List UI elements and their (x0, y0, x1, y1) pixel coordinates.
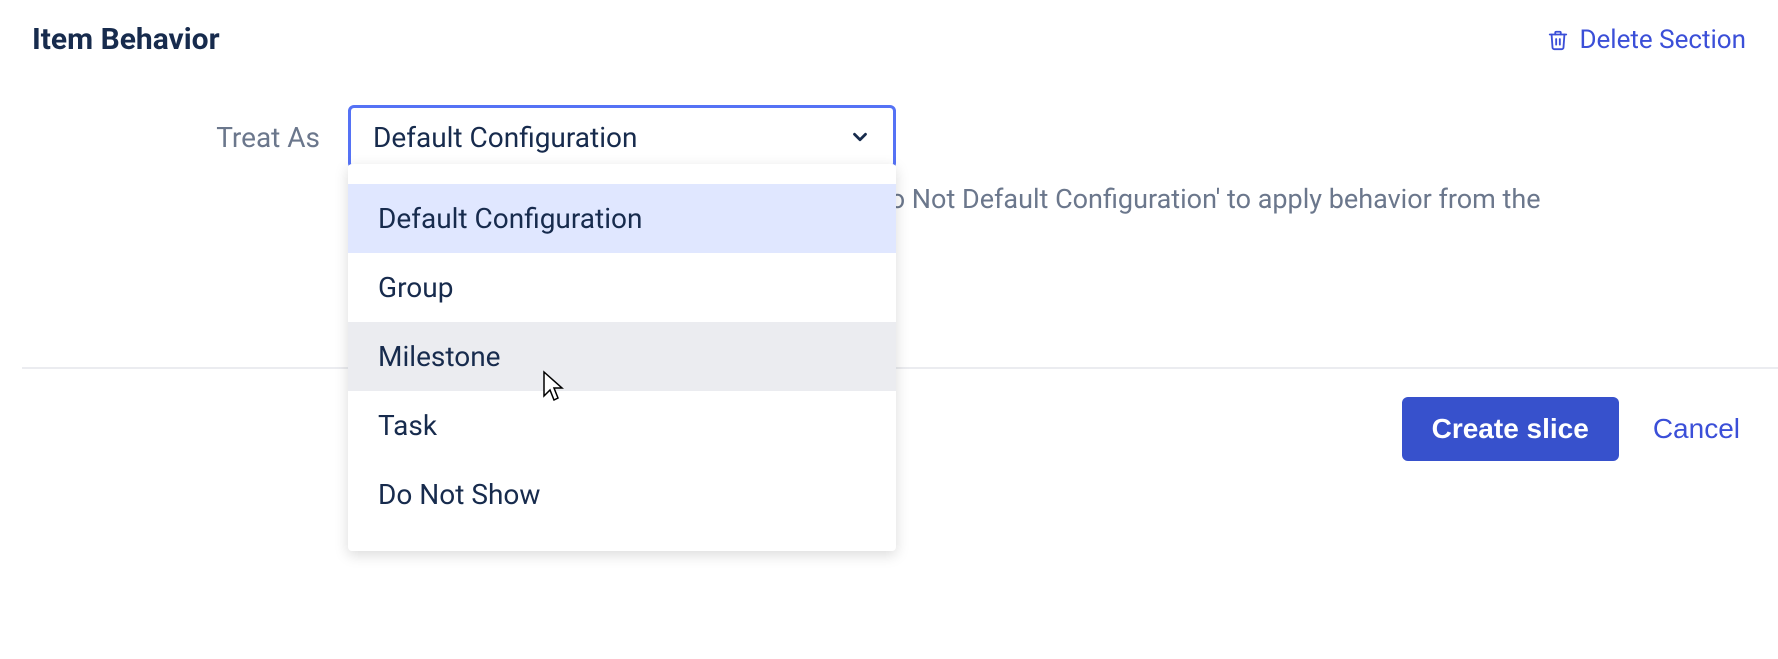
form-actions: Create slice Cancel (1402, 397, 1746, 461)
dropdown-option[interactable]: Do Not Show (348, 460, 896, 529)
chevron-down-icon (849, 126, 871, 148)
section-title: Item Behavior (32, 22, 220, 57)
treat-as-dropdown: Default ConfigurationGroupMilestoneTaskD… (348, 164, 896, 551)
dropdown-option[interactable]: Milestone (348, 322, 896, 391)
treat-as-label: Treat As (216, 121, 320, 154)
delete-section-label: Delete Section (1579, 25, 1746, 55)
treat-as-row: Treat As Default Configuration (0, 57, 1778, 169)
section-divider (22, 367, 1778, 369)
create-slice-button[interactable]: Create slice (1402, 397, 1619, 461)
dropdown-option[interactable]: Task (348, 391, 896, 460)
treat-as-selected-value: Default Configuration (373, 121, 637, 154)
delete-section-link[interactable]: Delete Section (1547, 25, 1746, 55)
treat-as-select[interactable]: Default Configuration (348, 105, 896, 169)
section-header: Item Behavior Delete Section (0, 0, 1778, 57)
trash-icon (1547, 29, 1569, 51)
dropdown-option[interactable]: Group (348, 253, 896, 322)
cancel-button[interactable]: Cancel (1647, 397, 1746, 461)
dropdown-option[interactable]: Default Configuration (348, 184, 896, 253)
